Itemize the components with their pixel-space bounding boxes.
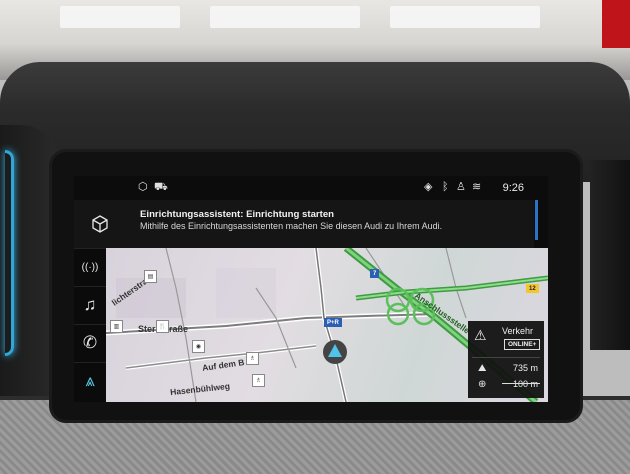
location-warning-icon[interactable]: ◈ [424,181,432,193]
online-badge: ONLINE+ [504,339,541,350]
ceiling-light [60,6,180,28]
infotainment-screen: ⬡ ⛟ ◈ ᛒ ♙ ≋ 9:26 Einrichtungsassistent: … [74,176,548,402]
scale-bar [502,383,540,384]
status-bar: ⬡ ⛟ ◈ ᛒ ♙ ≋ 9:26 [74,176,548,200]
ambient-light [5,150,14,356]
car-icon[interactable]: ⛟ [154,181,168,193]
side-menu: ((·)) ♫ ✆ ⩓ [74,248,106,402]
clock: 9:26 [502,182,524,194]
signal-icon[interactable]: ≋ [472,181,481,193]
poi-icon[interactable]: ▥ [110,320,123,333]
car-interior: ⬡ ⛟ ◈ ᛒ ♙ ≋ 9:26 Einrichtungsassistent: … [0,0,630,474]
distance-value: 735 m [512,363,538,373]
ceiling-light [390,6,540,28]
traffic-panel[interactable]: ⚠ Verkehr ONLINE+ ⛰ 735 m ⊕ 100 m [468,321,544,398]
ceiling-light [210,6,360,28]
bluetooth-icon[interactable]: ᛒ [442,181,449,193]
radio-icon[interactable]: ((·)) [74,248,106,285]
scroll-indicator [535,200,538,240]
phone-icon[interactable]: ✆ [74,324,106,361]
route-shield: 7 [370,269,380,278]
box-icon [90,214,110,234]
box-icon[interactable]: ⬡ [138,181,148,193]
traffic-label: Verkehr [502,326,534,336]
zoom-icon[interactable]: ⊕ [478,379,486,390]
divider [472,357,540,358]
poi-icon[interactable]: ♗ [246,352,259,365]
map-scale: 100 m [512,379,538,389]
park-and-ride-icon: P+R [324,318,342,327]
music-note-icon[interactable]: ♫ [74,286,106,323]
navigation-arrow-icon[interactable]: ⩓ [74,362,106,399]
user-icon[interactable]: ♙ [456,181,466,193]
route-shield: 12 [526,284,539,293]
poi-icon[interactable]: 🍴 [156,320,169,333]
notification-message: Mithilfe des Einrichtungsassistenten mac… [140,221,443,231]
poi-icon[interactable]: ▤ [144,270,157,283]
background-red-panel [602,0,630,48]
notification-banner[interactable]: Einrichtungsassistent: Einrichtung start… [74,200,534,249]
elevation-icon: ⛰ [478,363,487,374]
traffic-warning-icon: ⚠ [474,327,487,343]
poi-icon[interactable]: ◉ [192,340,205,353]
poi-icon[interactable]: ♗ [252,374,265,387]
air-vent [590,160,630,350]
notification-title: Einrichtungsassistent: Einrichtung start… [140,209,335,220]
